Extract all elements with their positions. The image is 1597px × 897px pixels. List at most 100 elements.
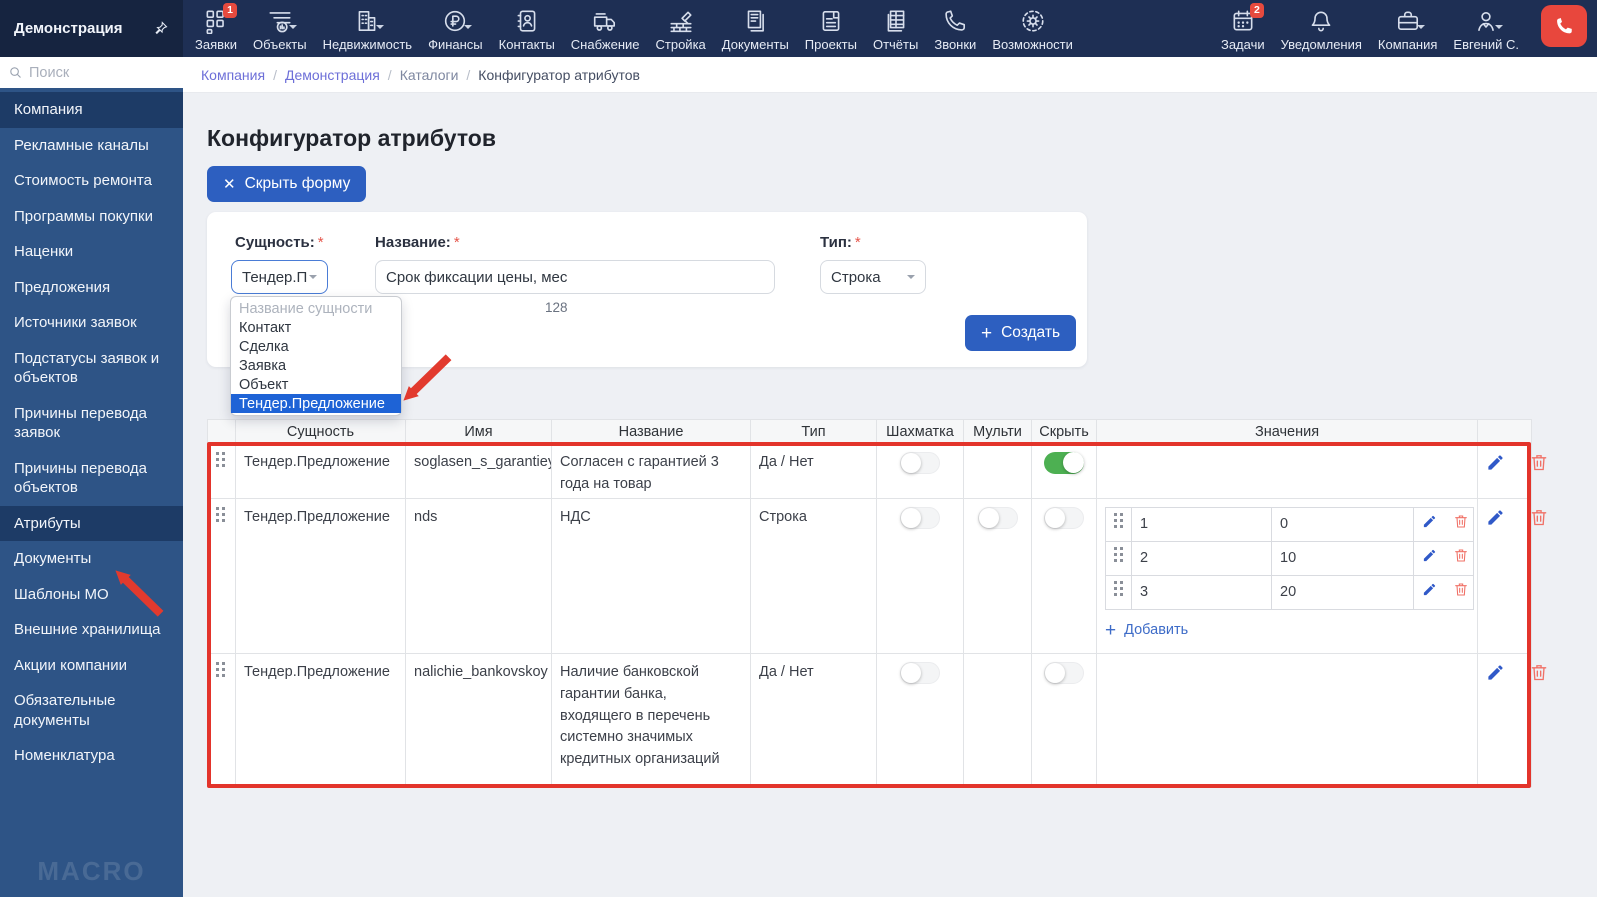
type-select[interactable]: Строка [820,260,926,294]
value-row: 3 20 [1106,576,1474,610]
value-cell: 20 [1272,576,1414,610]
drag-handle-icon[interactable] [216,511,226,527]
edit-icon[interactable] [1486,663,1505,682]
entity-select[interactable]: Тендер.П [231,260,328,294]
table-header-row: Сущность Имя Название Тип Шахматка Мульт… [208,420,1532,444]
nav-item-contacts[interactable]: Контакты [491,7,563,52]
nav-item-supply[interactable]: Снабжение [563,7,648,52]
sidebar-item-label: Акции компании [14,657,127,674]
values-column-header: Значения [1097,420,1478,444]
nav-item-user[interactable]: Евгений С. [1445,7,1527,52]
drag-handle-icon[interactable] [216,666,226,682]
drag-handle-icon[interactable] [1114,585,1124,601]
drag-handle-icon[interactable] [1114,551,1124,567]
dropdown-option-object[interactable]: Объект [231,375,401,394]
edit-icon[interactable] [1486,508,1505,527]
table-row: Тендер.Предложение soglasen_s_garantiey … [208,444,1532,499]
breadcrumb-catalogs[interactable]: Каталоги [400,67,459,83]
nav-item-objects[interactable]: Объекты [245,7,315,52]
sidebar-item-mo-templates[interactable]: Шаблоны МО [0,577,183,613]
edit-icon[interactable] [1422,582,1437,597]
chevron-down-icon [907,275,915,283]
nav-item-company[interactable]: Компания [1370,7,1446,52]
nav-item-calls[interactable]: Звонки [926,7,984,52]
edit-icon[interactable] [1422,548,1437,563]
topbar: Демонстрация 1 Заявки Объекты Недвижимос… [0,0,1597,57]
nav-item-requests[interactable]: 1 Заявки [187,7,245,52]
delete-icon[interactable] [1529,507,1549,527]
call-button[interactable] [1541,5,1587,47]
create-button[interactable]: + Создать [965,315,1076,351]
chess-toggle[interactable] [900,452,940,474]
nav-item-opportunities[interactable]: Возможности [984,7,1081,52]
nav-item-tasks[interactable]: 2 Задачи [1213,7,1273,52]
hide-toggle[interactable] [1044,452,1084,474]
sidebar-item-company[interactable]: Компания [0,92,183,128]
sidebar-item-label: Источники заявок [14,314,137,331]
sidebar-item-ad-channels[interactable]: Рекламные каналы [0,128,183,164]
nav-item-finance[interactable]: Финансы [420,7,491,52]
chess-toggle[interactable] [900,507,940,529]
dropdown-placeholder: Название сущности [231,299,401,318]
title-cell: Наличие банковской гарантии банка, входя… [552,654,751,787]
add-value-button[interactable]: + Добавить [1105,620,1188,642]
sidebar-item-object-transfer-reasons[interactable]: Причины перевода объектов [0,451,183,506]
sidebar-item-substatuses[interactable]: Подстатусы заявок и объектов [0,341,183,396]
sidebar-item-required-documents[interactable]: Обязательные документы [0,683,183,738]
multi-column-header: Мульти [964,420,1032,444]
entity-cell: Тендер.Предложение [236,444,406,499]
value-row: 1 0 [1106,508,1474,542]
sidebar-item-markups[interactable]: Наценки [0,234,183,270]
sidebar-search[interactable] [0,57,183,88]
nav-item-documents[interactable]: Документы [714,7,797,52]
search-input[interactable] [29,65,175,81]
drag-handle-icon[interactable] [216,456,226,472]
delete-icon[interactable] [1453,581,1469,597]
breadcrumb-demo[interactable]: Демонстрация [285,67,380,83]
finance-ruble-icon [441,7,469,35]
type-cell: Да / Нет [751,444,877,499]
hide-toggle[interactable] [1044,662,1084,684]
dropdown-option-tender-offer[interactable]: Тендер.Предложение [231,394,401,413]
hide-toggle[interactable] [1044,507,1084,529]
objects-filter-icon [266,7,294,35]
sidebar-item-repair-cost[interactable]: Стоимость ремонта [0,163,183,199]
table-row: Тендер.Предложение nalichie_bankovskoy Н… [208,654,1532,787]
nav-item-realty[interactable]: Недвижимость [315,7,420,52]
edit-icon[interactable] [1422,514,1437,529]
sidebar-item-nomenclature[interactable]: Номенклатура [0,738,183,774]
sidebar-item-request-transfer-reasons[interactable]: Причины перевода заявок [0,396,183,451]
nav-item-notifications[interactable]: Уведомления [1273,7,1370,52]
workspace-switcher[interactable]: Демонстрация [0,0,183,57]
sidebar-item-documents[interactable]: Документы [0,541,183,577]
breadcrumb-company[interactable]: Компания [201,67,265,83]
drag-handle-icon[interactable] [1114,517,1124,533]
nav-item-construction[interactable]: Стройка [648,7,714,52]
delete-icon[interactable] [1453,547,1469,563]
delete-icon[interactable] [1529,452,1549,472]
sidebar-item-offers[interactable]: Предложения [0,270,183,306]
hide-form-button[interactable]: ✕ Скрыть форму [207,166,366,202]
nav-item-projects[interactable]: Проекты [797,7,865,52]
dropdown-option-deal[interactable]: Сделка [231,337,401,356]
dropdown-option-request[interactable]: Заявка [231,356,401,375]
name-input[interactable] [386,269,764,286]
sidebar-item-external-storage[interactable]: Внешние хранилища [0,612,183,648]
sidebar-item-attributes[interactable]: Атрибуты [0,506,183,542]
title-cell: Согласен с гарантией 3 года на товар [552,444,751,499]
construction-trowel-icon [667,7,695,35]
sidebar-item-purchase-programs[interactable]: Программы покупки [0,199,183,235]
sidebar-item-request-sources[interactable]: Источники заявок [0,305,183,341]
delete-icon[interactable] [1529,662,1549,682]
edit-icon[interactable] [1486,453,1505,472]
sidebar-item-company-promos[interactable]: Акции компании [0,648,183,684]
chess-toggle[interactable] [900,662,940,684]
plus-icon: + [1105,621,1116,640]
entity-label: Сущность:* [235,234,324,251]
multi-toggle[interactable] [978,507,1018,529]
nav-item-reports[interactable]: Отчёты [865,7,926,52]
dropdown-option-contact[interactable]: Контакт [231,318,401,337]
delete-icon[interactable] [1453,513,1469,529]
sidebar-item-label: Причины перевода заявок [14,405,147,442]
sidebar-item-label: Подстатусы заявок и объектов [14,350,159,387]
